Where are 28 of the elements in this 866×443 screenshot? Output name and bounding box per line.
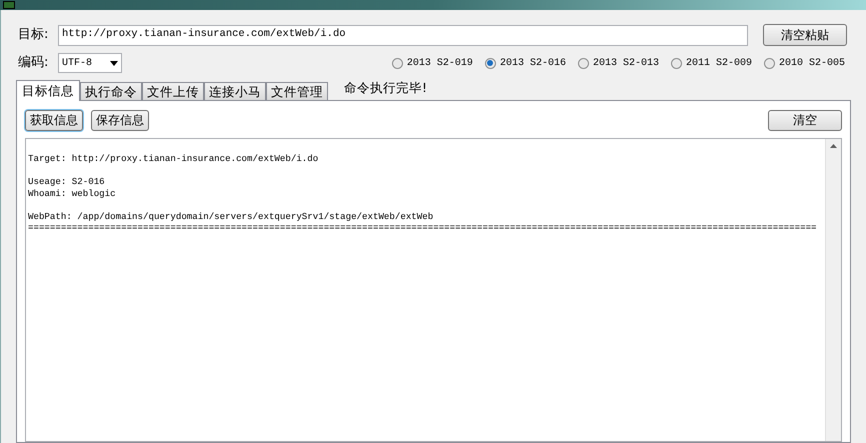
encoding-select[interactable]: UTF-8 <box>58 53 122 73</box>
scroll-up-icon <box>830 144 837 148</box>
status-text: 命令执行完毕! <box>344 79 428 98</box>
panel-button[interactable]: 获取信息 <box>25 110 83 130</box>
clear-button[interactable]: 清空 <box>768 110 842 130</box>
dropdown-arrow-icon <box>110 60 118 66</box>
tab[interactable]: 执行命令 <box>80 82 142 100</box>
clear-paste-button[interactable]: 清空粘贴 <box>763 24 847 46</box>
tab[interactable]: 文件上传 <box>142 82 204 100</box>
app-icon <box>3 1 15 9</box>
exploit-radio[interactable]: 2011 S2-009 <box>670 56 752 70</box>
exploit-radio[interactable]: 2013 S2-019 <box>392 56 473 70</box>
output-line: Whoami: weblogic <box>28 188 117 199</box>
exploit-radio[interactable]: 2010 S2-005 <box>764 56 845 70</box>
exploit-radio[interactable]: 2013 S2-016 <box>484 56 566 70</box>
tab[interactable]: 连接小马 <box>204 82 266 100</box>
target-field[interactable]: http://proxy.tianan-insurance.com/extWeb/i.do <box>58 24 748 46</box>
panel-button[interactable]: 保存信息 <box>91 110 149 130</box>
exploit-radio[interactable]: 2013 S2-013 <box>578 56 659 70</box>
target-label: 目标: <box>17 26 50 44</box>
output-line: ================================================================================================================================================ <box>28 222 818 234</box>
encoding-label: 编码: <box>17 54 50 72</box>
output-line: Target: http://proxy.tianan-insurance.com/extWeb/i.do <box>28 153 320 164</box>
scrollbar[interactable] <box>825 139 841 441</box>
output-line: WebPath: /app/domains/querydomain/servers/extquerySrv1/stage/extWeb/extWeb <box>28 210 434 222</box>
output-line: Useage: S2-016 <box>28 176 106 188</box>
tab[interactable]: 文件管理 <box>266 82 328 100</box>
tab[interactable]: 目标信息 <box>16 80 80 101</box>
